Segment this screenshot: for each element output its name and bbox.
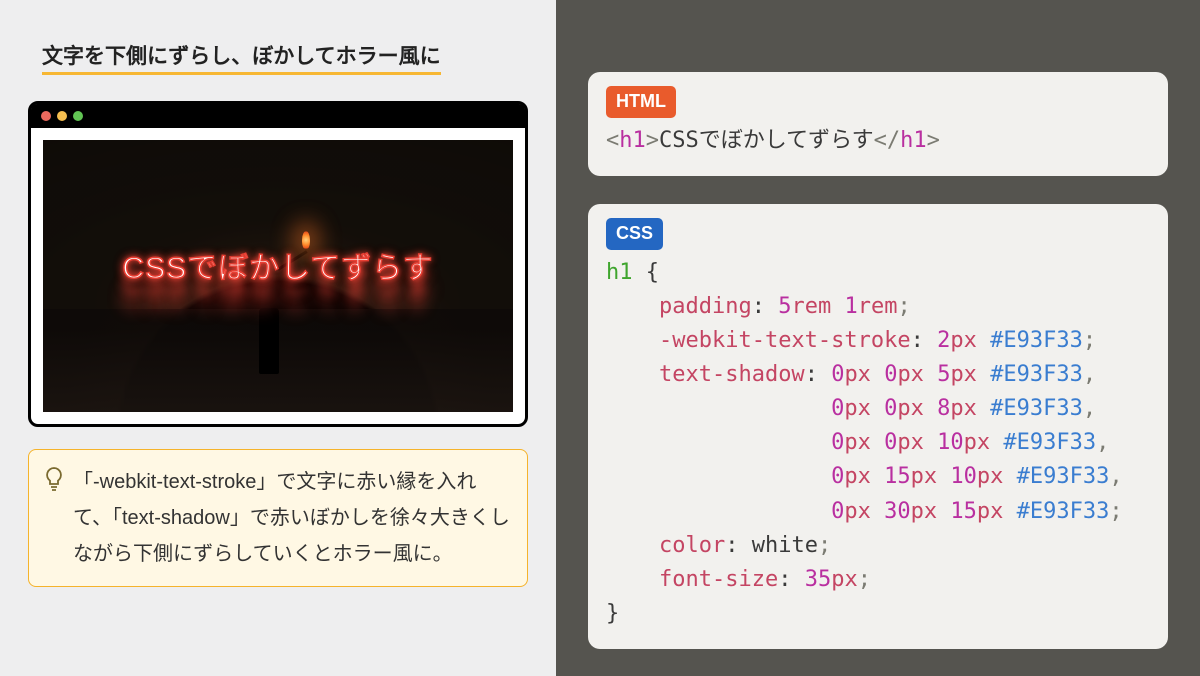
left-column: 文字を下側にずらし、ぼかしてホラー風に CSSでぼかしてずらす 「-webkit… xyxy=(0,0,556,676)
tip-box: 「-webkit-text-stroke」で文字に赤い縁を入れて、「text-s… xyxy=(28,449,528,587)
preview-scene: CSSでぼかしてずらす xyxy=(43,140,513,412)
code-html: <h1>CSSでぼかしてずらす</h1> xyxy=(606,124,1150,158)
code-panel-css: CSS h1 { padding: 5rem 1rem; -webkit-tex… xyxy=(588,204,1168,649)
badge-css: CSS xyxy=(606,218,663,250)
browser-preview: CSSでぼかしてずらす xyxy=(28,101,528,427)
lightbulb-icon xyxy=(43,466,65,572)
badge-html: HTML xyxy=(606,86,676,118)
code-css: h1 { padding: 5rem 1rem; -webkit-text-st… xyxy=(606,256,1150,631)
browser-body: CSSでぼかしてずらす xyxy=(31,128,525,424)
maximize-icon xyxy=(73,111,83,121)
minimize-icon xyxy=(57,111,67,121)
code-panel-html: HTML <h1>CSSでぼかしてずらす</h1> xyxy=(588,72,1168,176)
silhouette xyxy=(259,308,279,374)
tip-text: 「-webkit-text-stroke」で文字に赤い縁を入れて、「text-s… xyxy=(73,464,511,572)
right-column: HTML <h1>CSSでぼかしてずらす</h1> CSS h1 { paddi… xyxy=(556,0,1200,676)
close-icon xyxy=(41,111,51,121)
browser-titlebar xyxy=(31,104,525,128)
page-title: 文字を下側にずらし、ぼかしてホラー風に xyxy=(42,40,441,75)
glow-heading: CSSでぼかしてずらす xyxy=(43,243,513,287)
